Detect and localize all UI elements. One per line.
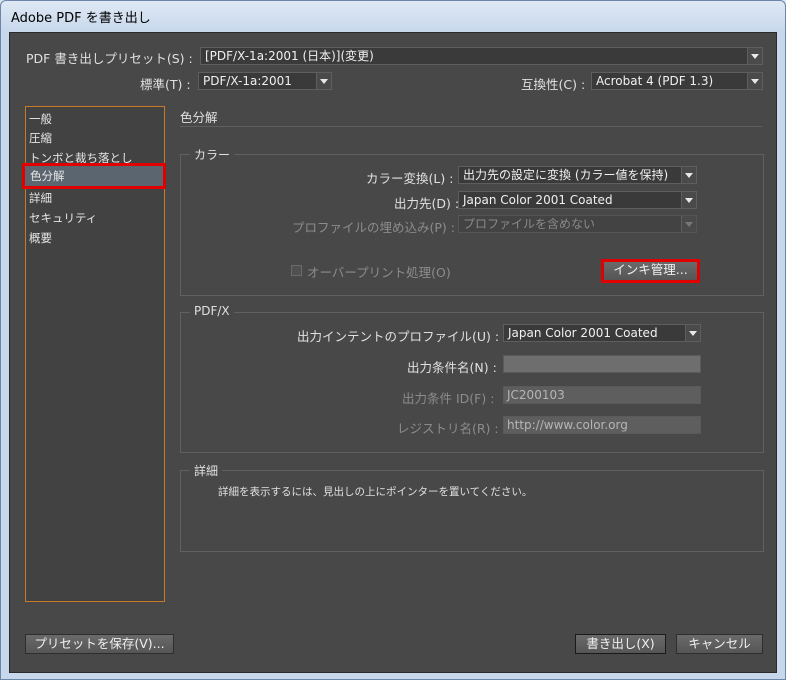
chevron-down-icon — [747, 73, 762, 89]
pdfx-group-title: PDF/X — [190, 304, 234, 318]
registry-field[interactable]: http://www.color.org — [503, 416, 701, 434]
compat-label: 互換性(C) : — [521, 77, 586, 92]
title-bar[interactable]: Adobe PDF を書き出し — [1, 1, 785, 31]
overprint-checkbox[interactable] — [291, 265, 302, 276]
detail-description: 詳細を表示するには、見出しの上にポインターを置いてください。 — [218, 486, 533, 498]
preset-dropdown[interactable]: [PDF/X-1a:2001 (日本)](変更) — [200, 47, 763, 65]
sidebar-item-output[interactable]: 色分解 — [22, 163, 166, 189]
registry-label: レジストリ名(R) : — [397, 421, 499, 436]
destination-label: 出力先(D) : — [394, 196, 460, 211]
ink-manager-button[interactable]: インキ管理... — [601, 259, 700, 283]
sidebar-item-security[interactable]: セキュリティ — [28, 209, 162, 227]
standard-dropdown[interactable]: PDF/X-1a:2001 — [198, 72, 332, 90]
profile-embed-label: プロファイルの埋め込み(P) : — [292, 220, 455, 235]
chevron-down-icon — [747, 48, 762, 64]
conversion-dropdown[interactable]: 出力先の設定に変換 (カラー値を保持) — [458, 166, 697, 184]
preset-value: [PDF/X-1a:2001 (日本)](変更) — [205, 49, 374, 63]
intent-dropdown[interactable]: Japan Color 2001 Coated — [503, 324, 701, 342]
dialog-body: PDF 書き出しプリセット(S) : [PDF/X-1a:2001 (日本)](… — [9, 32, 777, 673]
color-group-title: カラー — [190, 146, 235, 163]
conversion-value: 出力先の設定に変換 (カラー値を保持) — [463, 168, 669, 182]
sidebar-item-general[interactable]: 一般 — [28, 110, 162, 128]
intent-label: 出力インテントのプロファイル(U) : — [297, 329, 500, 344]
chevron-down-icon — [681, 216, 696, 232]
standard-value: PDF/X-1a:2001 — [203, 74, 292, 88]
condition-name-field[interactable] — [503, 355, 701, 373]
save-preset-button[interactable]: プリセットを保存(V)... — [25, 634, 174, 654]
detail-group — [180, 470, 764, 552]
condition-id-label: 出力条件 ID(F) : — [402, 391, 495, 406]
intent-value: Japan Color 2001 Coated — [508, 326, 658, 340]
detail-group-title: 詳細 — [190, 462, 223, 479]
sidebar-item-summary[interactable]: 概要 — [28, 229, 162, 247]
chevron-down-icon — [316, 73, 331, 89]
export-button[interactable]: 書き出し(X) — [575, 634, 666, 654]
destination-value: Japan Color 2001 Coated — [463, 193, 613, 207]
chevron-down-icon — [681, 167, 696, 183]
section-divider — [180, 126, 762, 127]
standard-label: 標準(T) : — [140, 77, 191, 92]
conversion-label: カラー変換(L) : — [366, 171, 454, 186]
destination-dropdown[interactable]: Japan Color 2001 Coated — [458, 191, 697, 209]
sidebar-item-compression[interactable]: 圧縮 — [28, 129, 162, 147]
preset-label: PDF 書き出しプリセット(S) : — [26, 51, 193, 66]
profile-embed-value: プロファイルを含めない — [463, 217, 596, 231]
sidebar-item-advanced[interactable]: 詳細 — [28, 189, 162, 207]
export-pdf-dialog: Adobe PDF を書き出し PDF 書き出しプリセット(S) : [PDF/… — [0, 0, 786, 680]
compat-dropdown[interactable]: Acrobat 4 (PDF 1.3) — [591, 72, 763, 90]
section-title: 色分解 — [180, 110, 218, 125]
condition-name-label: 出力条件名(N) : — [407, 360, 497, 375]
compat-value: Acrobat 4 (PDF 1.3) — [596, 74, 714, 88]
profile-embed-dropdown[interactable]: プロファイルを含めない — [458, 215, 697, 233]
chevron-down-icon — [681, 192, 696, 208]
condition-id-field[interactable]: JC200103 — [503, 386, 701, 404]
window-title: Adobe PDF を書き出し — [11, 11, 151, 26]
overprint-label: オーバープリント処理(O) — [307, 265, 451, 280]
cancel-button[interactable]: キャンセル — [676, 634, 763, 654]
category-list: 一般 圧縮 トンボと裁ち落とし 色分解 詳細 セキュリティ 概要 — [22, 106, 166, 602]
chevron-down-icon — [685, 325, 700, 341]
